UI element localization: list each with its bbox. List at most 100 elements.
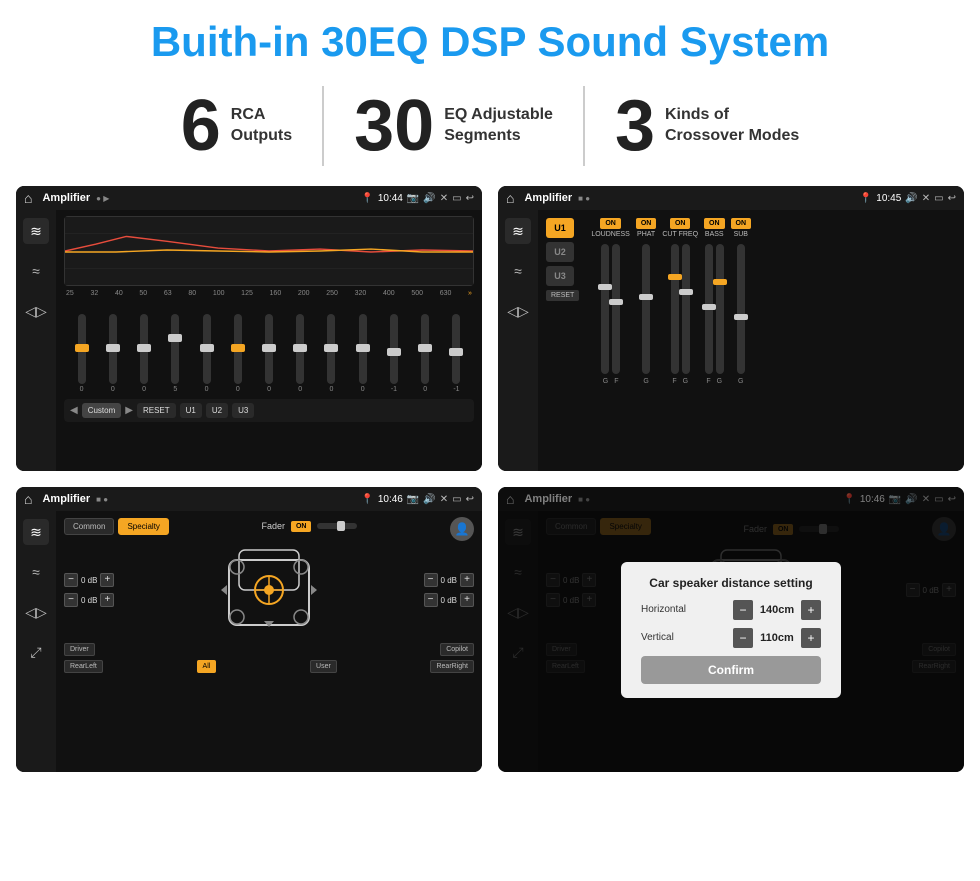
screen-dialog: ⌂ Amplifier ■ ● 📍 10:46 📷 🔊 ✕ ▭ ↩ ≋ ≈ ◁▷… bbox=[498, 487, 964, 772]
screen3-main: Common Specialty Fader ON 👤 bbox=[56, 511, 482, 772]
sidebar-eq-icon[interactable]: ≋ bbox=[23, 218, 49, 244]
sidebar-vol-icon-3[interactable]: ◁▷ bbox=[23, 599, 49, 625]
sub-col: ON SUB G bbox=[731, 218, 752, 463]
pin-icon-1: 📍 bbox=[361, 193, 373, 204]
back-icon-2: ↩ bbox=[948, 193, 956, 204]
driver-btn[interactable]: Driver bbox=[64, 643, 95, 656]
back-icon-3: ↩ bbox=[466, 494, 474, 505]
prev-button[interactable]: ◀ bbox=[70, 405, 78, 416]
horizontal-row: Horizontal − 140cm + bbox=[641, 600, 821, 620]
screen3-content: ≋ ≈ ◁▷ ⤢ Common Specialty Fader ON bbox=[16, 511, 482, 772]
eq-graph bbox=[64, 216, 474, 286]
screen3-sidebar: ≋ ≈ ◁▷ ⤢ bbox=[16, 511, 56, 772]
u3-tab[interactable]: U3 bbox=[546, 266, 574, 286]
plus-btn-br[interactable]: + bbox=[460, 593, 474, 607]
reset-button[interactable]: RESET bbox=[137, 403, 176, 418]
sub-on[interactable]: ON bbox=[731, 218, 752, 229]
sidebar-eq-icon-2[interactable]: ≋ bbox=[505, 218, 531, 244]
stat-number-eq: 30 bbox=[354, 90, 434, 162]
screen1-time: 10:44 bbox=[378, 193, 403, 204]
custom-button[interactable]: Custom bbox=[82, 403, 122, 418]
bottom-labels-3b: RearLeft All User RearRight bbox=[64, 660, 474, 673]
screen2-topbar-icons: 📍 10:45 🔊 ✕ ▭ ↩ bbox=[860, 193, 956, 204]
sidebar-eq-icon-3[interactable]: ≋ bbox=[23, 519, 49, 545]
fader-on-3[interactable]: ON bbox=[291, 521, 312, 532]
screen1-title: Amplifier bbox=[42, 192, 90, 204]
rearleft-btn[interactable]: RearLeft bbox=[64, 660, 103, 673]
fader-row-3: Fader ON bbox=[261, 521, 357, 532]
plus-btn-tr[interactable]: + bbox=[460, 573, 474, 587]
confirm-button[interactable]: Confirm bbox=[641, 656, 821, 684]
x-icon-1: ✕ bbox=[440, 193, 448, 204]
next-button[interactable]: ▶ bbox=[125, 405, 133, 416]
window-icon-2: ▭ bbox=[934, 193, 943, 204]
horizontal-minus-btn[interactable]: − bbox=[733, 600, 753, 620]
plus-btn-tl[interactable]: + bbox=[100, 573, 114, 587]
screen1-sidebar: ≋ ≈ ◁▷ bbox=[16, 210, 56, 471]
eq-slider-1: 0 bbox=[99, 314, 126, 393]
bottom-labels-3: Driver Copilot bbox=[64, 643, 474, 656]
sidebar-vol-icon[interactable]: ◁▷ bbox=[23, 298, 49, 324]
vertical-plus-btn[interactable]: + bbox=[801, 628, 821, 648]
horizontal-value: 140cm bbox=[757, 604, 797, 616]
sidebar-expand-icon-3[interactable]: ⤢ bbox=[23, 639, 49, 665]
u2-button[interactable]: U2 bbox=[206, 403, 228, 418]
screen1-topbar-icons: 📍 10:44 📷 🔊 ✕ ▭ ↩ bbox=[361, 193, 474, 204]
eq-slider-9: 0 bbox=[349, 314, 376, 393]
vol-icon-1: 🔊 bbox=[423, 193, 435, 204]
cutfreq-on[interactable]: ON bbox=[670, 218, 691, 229]
sidebar-wave-icon-2[interactable]: ≈ bbox=[505, 258, 531, 284]
u1-tab[interactable]: U1 bbox=[546, 218, 574, 238]
minus-btn-br[interactable]: − bbox=[424, 593, 438, 607]
bass-label: BASS bbox=[705, 231, 724, 238]
bass-on[interactable]: ON bbox=[704, 218, 725, 229]
u2-tab[interactable]: U2 bbox=[546, 242, 574, 262]
mode-tabs-3: Common Specialty bbox=[64, 518, 169, 535]
all-btn[interactable]: All bbox=[197, 660, 217, 673]
vertical-minus-btn[interactable]: − bbox=[733, 628, 753, 648]
specialty-tab-3[interactable]: Specialty bbox=[118, 518, 168, 535]
reset-btn-dsp[interactable]: RESET bbox=[546, 290, 579, 301]
u3-button[interactable]: U3 bbox=[232, 403, 254, 418]
home-icon-1: ⌂ bbox=[24, 190, 32, 206]
horizontal-plus-btn[interactable]: + bbox=[801, 600, 821, 620]
minus-btn-tl[interactable]: − bbox=[64, 573, 78, 587]
camera-icon-3: 📷 bbox=[407, 494, 419, 505]
phat-col: ON PHAT G bbox=[636, 218, 657, 463]
minus-btn-bl[interactable]: − bbox=[64, 593, 78, 607]
vertical-value: 110cm bbox=[757, 632, 797, 644]
stat-crossover: 3 Kinds of Crossover Modes bbox=[585, 90, 829, 162]
eq-freq-labels: 2532405063 80100125160200 25032040050063… bbox=[64, 290, 474, 297]
copilot-btn[interactable]: Copilot bbox=[440, 643, 474, 656]
screen2-topbar: ⌂ Amplifier ■ ● 📍 10:45 🔊 ✕ ▭ ↩ bbox=[498, 186, 964, 210]
pin-icon-2: 📍 bbox=[860, 193, 872, 204]
cutfreq-col: ON CUT FREQ FG bbox=[662, 218, 698, 463]
rearright-btn[interactable]: RearRight bbox=[430, 660, 474, 673]
loudness-on[interactable]: ON bbox=[600, 218, 621, 229]
user-btn[interactable]: User bbox=[310, 660, 337, 673]
stat-text-eq: EQ Adjustable Segments bbox=[444, 105, 553, 147]
common-tab-3[interactable]: Common bbox=[64, 518, 114, 535]
stat-number-rca: 6 bbox=[181, 90, 221, 162]
sidebar-wave-icon-3[interactable]: ≈ bbox=[23, 559, 49, 585]
cutfreq-label: CUT FREQ bbox=[662, 231, 698, 238]
screen3-topbar: ⌂ Amplifier ■ ● 📍 10:46 📷 🔊 ✕ ▭ ↩ bbox=[16, 487, 482, 511]
phat-on[interactable]: ON bbox=[636, 218, 657, 229]
eq-slider-0: 0 bbox=[68, 314, 95, 393]
eq-slider-12: -1 bbox=[443, 314, 470, 393]
sidebar-vol-icon-2[interactable]: ◁▷ bbox=[505, 298, 531, 324]
vertical-control: − 110cm + bbox=[733, 628, 821, 648]
u1-button[interactable]: U1 bbox=[180, 403, 202, 418]
eq-slider-3: 5 bbox=[162, 314, 189, 393]
vol-icon-2: 🔊 bbox=[905, 193, 917, 204]
sidebar-wave-icon[interactable]: ≈ bbox=[23, 258, 49, 284]
eq-slider-10: -1 bbox=[380, 314, 407, 393]
screen1-content: ≋ ≈ ◁▷ bbox=[16, 210, 482, 471]
screen2-time: 10:45 bbox=[876, 193, 901, 204]
minus-btn-tr[interactable]: − bbox=[424, 573, 438, 587]
dsp-controls: ON LOUDNESS GF bbox=[591, 218, 956, 463]
db-value-bl: 0 dB bbox=[81, 596, 97, 605]
fader-slider-3[interactable] bbox=[317, 523, 357, 529]
eq-slider-11: 0 bbox=[412, 314, 439, 393]
plus-btn-bl[interactable]: + bbox=[100, 593, 114, 607]
